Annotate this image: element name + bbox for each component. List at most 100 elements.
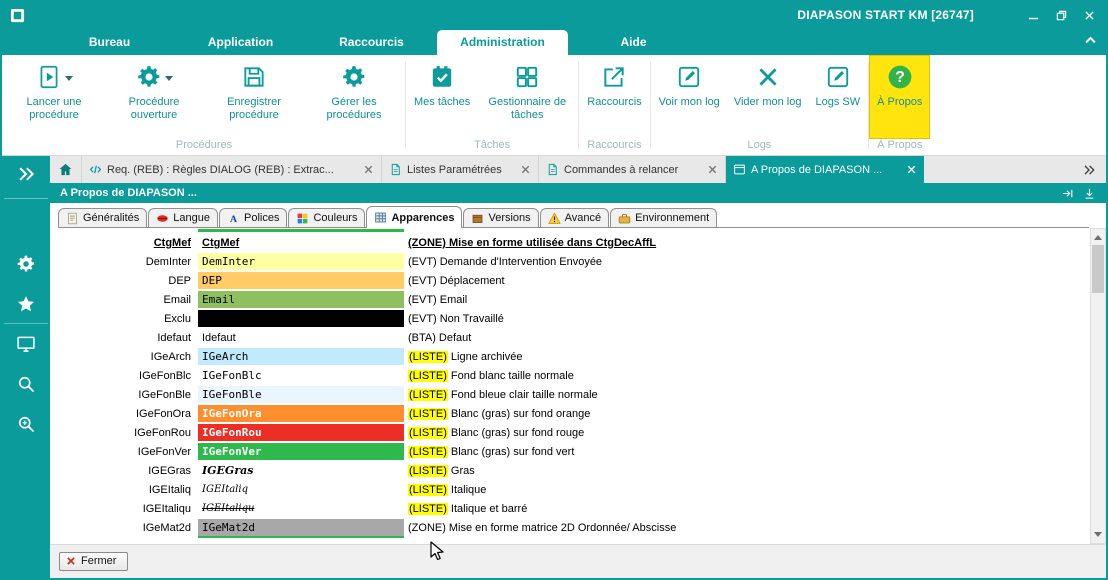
table-row[interactable]: IGeArch IGeArch (LISTE) Ligne archivée (58, 347, 1089, 366)
appearance-desc-cell: (LISTE) Gras (404, 461, 1089, 480)
appearance-name-cell: IGeMat2d (58, 518, 198, 537)
zone-type-badge: (LISTE) (408, 503, 448, 515)
scroll-up-button[interactable] (1091, 229, 1105, 244)
window-control-button[interactable] (1076, 5, 1102, 25)
ribbon-group-label: Logs (652, 138, 867, 155)
sidebar-button[interactable] (2, 404, 50, 444)
table-row[interactable]: DEP DEP (EVT) Déplacement (58, 271, 1089, 290)
ribbon-button[interactable]: Gestionnaire de tâches (477, 56, 577, 138)
table-row[interactable]: IGEItaliqu IGEItaliqu (LISTE) Italique e… (58, 499, 1089, 518)
sidebar-button[interactable] (2, 364, 50, 404)
zone-type-badge: (EVT) (408, 313, 437, 325)
window-control-button[interactable] (1048, 5, 1074, 25)
appearance-icon (374, 211, 387, 224)
tab-overflow-button[interactable] (1072, 156, 1106, 183)
ribbon-button[interactable]: Lancer une procédure (4, 56, 104, 138)
menu-tab[interactable]: Raccourcis (306, 30, 437, 55)
close-tab-icon[interactable] (906, 164, 917, 175)
close-tab-icon[interactable] (520, 164, 531, 175)
ribbon-group-label: Tâches (407, 138, 577, 155)
settings-tab[interactable]: Avancé (540, 208, 610, 227)
document-tab[interactable]: Listes Paramétrées (382, 156, 539, 183)
table-row[interactable]: IGEGras IGEGras (LISTE) Gras (58, 461, 1089, 480)
edit-log-icon (825, 64, 851, 90)
table-row[interactable]: Idefaut Idefaut (BTA) Defaut (58, 328, 1089, 347)
ribbon-button-label: Mes tâches (414, 96, 470, 109)
dropdown-caret-icon[interactable] (165, 76, 173, 85)
appearance-desc-cell: (LISTE) Blanc (gras) sur fond vert (404, 442, 1089, 461)
vertical-scrollbar[interactable] (1090, 228, 1106, 544)
document-tab[interactable]: Commandes à relancer (539, 156, 726, 183)
green-border-line (198, 229, 404, 232)
table-row[interactable]: IGEItaliq IGEItaliq (LISTE) Italique (58, 480, 1089, 499)
chevron-up-icon[interactable] (1083, 33, 1098, 48)
appearance-desc-cell: (LISTE) Ligne archivée (404, 347, 1089, 366)
pin-right-icon[interactable] (1061, 187, 1074, 200)
appearance-sample-cell: IGEItaliq (198, 481, 404, 498)
document-tab-bar: Req. (REB) : Règles DIALOG (REB) : Extra… (50, 156, 1106, 183)
collapse-panel-icon[interactable] (1083, 187, 1096, 200)
dropdown-caret-icon[interactable] (65, 76, 73, 85)
settings-tab-label: Langue (173, 212, 210, 224)
scroll-down-button[interactable] (1091, 528, 1105, 543)
table-row[interactable]: IGeFonRou IGeFonRou (LISTE) Blanc (gras)… (58, 423, 1089, 442)
ribbon-group-label: Procédures (4, 138, 404, 155)
table-row[interactable]: Email Email (EVT) Email (58, 290, 1089, 309)
menu-tab[interactable]: Administration (437, 30, 568, 55)
table-row[interactable]: IGeFonBlc IGeFonBlc (LISTE) Fond blanc t… (58, 366, 1089, 385)
appearance-description: Non Travaillé (440, 313, 504, 325)
settings-tab[interactable]: Environnement (610, 208, 717, 227)
fermer-button[interactable]: Fermer (59, 552, 128, 571)
settings-tab[interactable]: Versions (463, 208, 538, 227)
ribbon-button[interactable]: Procédure ouverture (104, 56, 204, 138)
table-row[interactable]: IGeFonVer IGeFonVer (LISTE) Blanc (gras)… (58, 442, 1089, 461)
menu-tab[interactable]: Bureau (44, 30, 175, 55)
appearance-description: Blanc (gras) sur fond orange (451, 408, 590, 420)
settings-tab[interactable]: Langue (148, 208, 218, 227)
table-row[interactable]: IGeFonBle IGeFonBle (LISTE) Fond bleue c… (58, 385, 1089, 404)
appearance-desc-cell: (LISTE) Italique (404, 480, 1089, 499)
ribbon-button[interactable]: Vider mon log (727, 56, 809, 138)
ribbon-button[interactable]: Raccourcis (580, 56, 648, 138)
ribbon-button[interactable]: Mes tâches (407, 56, 477, 138)
sidebar-button[interactable] (2, 324, 50, 364)
ribbon-button-label: Enregistrer procédure (211, 96, 297, 121)
close-tab-icon[interactable] (707, 164, 718, 175)
zone-type-badge: (LISTE) (408, 389, 448, 401)
ribbon-button-label: Gérer les procédures (311, 96, 397, 121)
table-row[interactable]: IGeMat2d IGeMat2d (ZONE) Mise en forme m… (58, 518, 1089, 537)
menu-tab[interactable]: Application (175, 30, 306, 55)
scrollbar-thumb[interactable] (1092, 245, 1104, 293)
appearance-description: Fond blanc taille normale (451, 370, 574, 382)
ribbon-button[interactable]: Logs SW (808, 56, 867, 138)
ribbon-button[interactable]: Enregistrer procédure (204, 56, 304, 138)
sidebar-button[interactable] (2, 156, 50, 192)
sidebar-button[interactable] (2, 284, 50, 324)
ribbon-group-label: Raccourcis (580, 138, 648, 155)
ribbon-button[interactable]: Gérer les procédures (304, 56, 404, 138)
zone-type-badge: (LISTE) (408, 427, 448, 439)
document-tab[interactable]: A Propos de DIAPASON ... (726, 156, 924, 183)
window-control-button[interactable] (1020, 5, 1046, 25)
settings-tab[interactable]: Généralités (58, 208, 147, 227)
settings-tab[interactable]: A Polices (219, 208, 287, 227)
appearance-description: Demande d'Intervention Envoyée (440, 256, 602, 268)
table-row[interactable]: IGeFonOra IGeFonOra (LISTE) Blanc (gras)… (58, 404, 1089, 423)
home-tab-button[interactable] (50, 156, 82, 183)
menu-tab[interactable]: Aide (568, 30, 699, 55)
settings-tab[interactable]: Apparences (366, 206, 462, 228)
monitor-icon (16, 334, 36, 354)
edit-log-icon (676, 64, 702, 90)
document-tab[interactable]: Req. (REB) : Règles DIALOG (REB) : Extra… (82, 156, 382, 183)
ribbon-button[interactable]: Voir mon log (652, 56, 727, 138)
sidebar-button[interactable] (2, 244, 50, 284)
colors-icon (296, 212, 309, 225)
close-tab-icon[interactable] (363, 164, 374, 175)
chevrons-right-icon (1082, 163, 1096, 177)
table-row[interactable]: Exclu Exclu (EVT) Non Travaillé (58, 309, 1089, 328)
ribbon-button-label: Procédure ouverture (111, 96, 197, 121)
table-row[interactable]: DemInter DemInter (EVT) Demande d'Interv… (58, 252, 1089, 271)
ribbon-button[interactable]: ? À Propos (870, 56, 929, 138)
settings-tab[interactable]: Couleurs (288, 208, 365, 227)
zone-type-badge: (EVT) (408, 256, 437, 268)
